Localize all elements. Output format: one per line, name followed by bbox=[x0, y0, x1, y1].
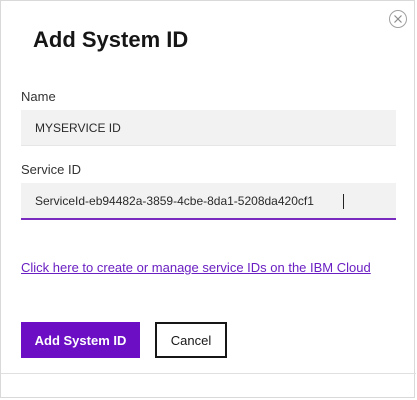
text-cursor bbox=[343, 194, 344, 209]
service-id-input[interactable] bbox=[21, 183, 396, 220]
name-label: Name bbox=[21, 89, 56, 104]
cancel-button[interactable]: Cancel bbox=[155, 322, 227, 358]
close-button[interactable] bbox=[389, 10, 407, 28]
name-input[interactable] bbox=[21, 110, 396, 146]
add-system-id-dialog: Add System ID Name Service ID Click here… bbox=[0, 0, 416, 398]
add-system-id-button[interactable]: Add System ID bbox=[21, 322, 140, 358]
manage-service-ids-link[interactable]: Click here to create or manage service I… bbox=[21, 260, 371, 275]
dialog-title: Add System ID bbox=[33, 27, 189, 52]
footer-divider bbox=[1, 373, 416, 374]
page: Add System ID Name Service ID Click here… bbox=[0, 0, 417, 400]
close-icon bbox=[394, 15, 402, 23]
service-id-label: Service ID bbox=[21, 162, 81, 177]
